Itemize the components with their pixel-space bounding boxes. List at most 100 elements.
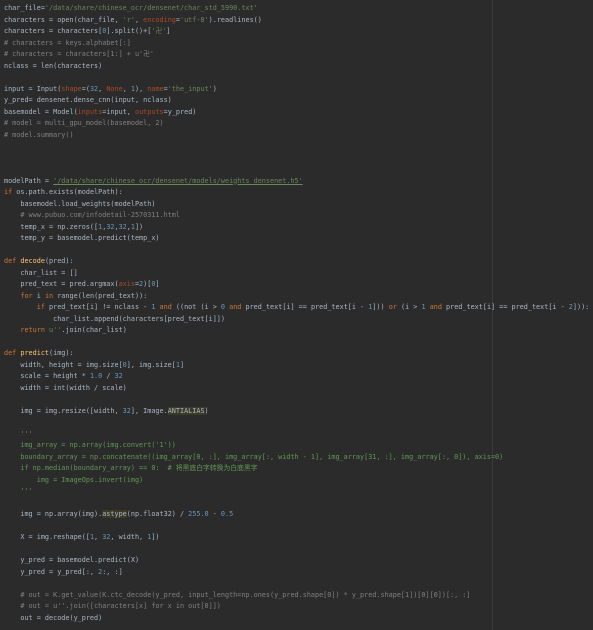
code-line[interactable] bbox=[4, 141, 593, 153]
code-line[interactable] bbox=[4, 498, 593, 510]
code-token: (characters) bbox=[53, 61, 103, 70]
code-line[interactable]: char_list = [] bbox=[4, 268, 593, 280]
code-line[interactable]: y_pred= densenet.dense_cnn(input, nclass… bbox=[4, 95, 593, 107]
code-token: ).readlines() bbox=[208, 15, 262, 24]
code-line[interactable]: characters = characters[0].split()+['卍'] bbox=[4, 26, 593, 38]
code-line[interactable] bbox=[4, 578, 593, 590]
code-token: , bbox=[134, 15, 144, 24]
code-token: 0.5 bbox=[220, 510, 234, 518]
code-line[interactable]: y_pred = y_pred[:, 2:, :] bbox=[4, 567, 593, 579]
code-token: ] bbox=[155, 280, 160, 288]
code-line[interactable]: if np.median(boundary_array) == 0: # 将黑底… bbox=[4, 463, 593, 475]
code-line[interactable]: X = img.reshape([1, 32, width, 1]) bbox=[4, 532, 593, 544]
code-token: '/data/share/chinese_ocr/densenet/char_s… bbox=[44, 4, 258, 12]
code-line[interactable]: # out = K.get_value(K.ctc_decode(y_pred,… bbox=[4, 590, 593, 602]
code-line[interactable]: img = ImageOps.invert(img) bbox=[4, 475, 593, 487]
code-line[interactable]: basemodel.load_weights(modelPath) bbox=[4, 199, 593, 211]
code-token: os.path.exists(modelPath): bbox=[16, 188, 123, 196]
code-token: char_file= bbox=[4, 4, 45, 12]
code-line[interactable] bbox=[4, 544, 593, 556]
code-line[interactable]: # www.pubuo.com/infodetail-2570311.html bbox=[4, 210, 593, 222]
code-token: shape bbox=[61, 84, 82, 93]
code-line[interactable]: char_file='/data/share/chinese_ocr/dense… bbox=[4, 3, 593, 15]
code-line[interactable]: if pred_text[i] != nclass - 1 and ((not … bbox=[4, 302, 593, 314]
code-line[interactable] bbox=[4, 153, 593, 165]
code-line[interactable]: width = int(width / scale) bbox=[4, 383, 593, 395]
code-line[interactable] bbox=[4, 394, 593, 406]
code-line[interactable] bbox=[4, 417, 593, 429]
code-line[interactable]: boundary_array = np.concatenate((img_arr… bbox=[4, 452, 593, 464]
code-token: basemodel.load_weights(modelPath) bbox=[4, 199, 156, 208]
code-line[interactable]: for i in range(len(pred_text)): bbox=[4, 291, 593, 303]
code-token: temp_x = np.zeros([ bbox=[4, 222, 99, 231]
code-line[interactable] bbox=[4, 521, 593, 533]
code-token: X = img.reshape([ bbox=[4, 533, 90, 541]
code-line[interactable]: img_array = np.array(img.convert('1')) bbox=[4, 440, 593, 452]
code-line[interactable]: temp_x = np.zeros([1,32,32,1]) bbox=[4, 222, 593, 234]
code-token: ((not (i > bbox=[175, 303, 221, 311]
code-token: len bbox=[40, 61, 54, 70]
code-line[interactable]: img = img.resize([width, 32], Image.ANTI… bbox=[4, 406, 593, 418]
code-line[interactable]: nclass = len(characters) bbox=[4, 61, 593, 73]
code-line[interactable] bbox=[4, 245, 593, 257]
code-token: (img): bbox=[49, 349, 74, 357]
code-token: encoding bbox=[143, 15, 176, 24]
code-token: if np.median(boundary_array) == 0: # 将黑底… bbox=[4, 464, 258, 472]
code-line[interactable]: ''' bbox=[4, 486, 593, 498]
code-line[interactable]: scale = height * 1.0 / 32 bbox=[4, 371, 593, 383]
code-token: ], Image. bbox=[130, 406, 168, 415]
code-line[interactable]: return u''.join(char_list) bbox=[4, 325, 593, 337]
code-line[interactable]: img = np.array(img).astype(np.float32) /… bbox=[4, 509, 593, 521]
code-token: ) bbox=[204, 406, 209, 415]
code-line[interactable]: # characters = keys.alphabet[:] bbox=[4, 38, 593, 50]
code-token: astype bbox=[102, 510, 127, 518]
code-line[interactable] bbox=[4, 624, 593, 630]
code-token: # characters = characters[1:] + u'卍' bbox=[4, 50, 155, 58]
code-line[interactable] bbox=[4, 164, 593, 176]
code-token: 255.0 bbox=[188, 510, 213, 518]
code-line[interactable]: basemodel = Model(inputs=input, outputs=… bbox=[4, 107, 593, 119]
code-line[interactable]: # out = u''.join([characters[x] for x in… bbox=[4, 601, 593, 613]
code-line[interactable]: temp_y = basemodel.predict(temp_x) bbox=[4, 233, 593, 245]
code-token: axis bbox=[118, 280, 135, 288]
code-token: and bbox=[159, 303, 176, 311]
code-token: open bbox=[57, 15, 74, 24]
code-area[interactable]: char_file='/data/share/chinese_ocr/dense… bbox=[4, 3, 593, 630]
code-token: boundary_array = np.concatenate((img_arr… bbox=[4, 452, 504, 461]
code-line[interactable]: characters = open(char_file, 'r', encodi… bbox=[4, 15, 593, 27]
code-line[interactable] bbox=[4, 72, 593, 84]
code-line[interactable]: # model.summary() bbox=[4, 130, 593, 142]
code-token: range bbox=[57, 291, 78, 300]
code-token: ].split()+[ bbox=[106, 27, 152, 35]
code-line[interactable]: out = decode(y_pred) bbox=[4, 613, 593, 625]
code-token: modelPath = bbox=[4, 176, 54, 185]
code-line[interactable]: modelPath = '/data/share/chinese_ocr/den… bbox=[4, 176, 593, 188]
code-token: or bbox=[388, 303, 401, 311]
code-line[interactable]: def decode(pred): bbox=[4, 256, 593, 268]
code-token: ] bbox=[166, 27, 171, 35]
code-token: pred_text = pred.argmax( bbox=[4, 280, 119, 288]
code-line[interactable]: pred_text = pred.argmax(axis=2)[0] bbox=[4, 279, 593, 291]
code-line[interactable]: if os.path.exists(modelPath): bbox=[4, 187, 593, 199]
code-line[interactable]: input = Input(shape=(32, None, 1), name=… bbox=[4, 84, 593, 96]
code-editor[interactable]: char_file='/data/share/chinese_ocr/dense… bbox=[0, 0, 593, 630]
code-token: ) bbox=[212, 84, 217, 93]
code-line[interactable]: # characters = characters[1:] + u'卍' bbox=[4, 49, 593, 61]
code-line[interactable]: y_pred = basemodel.predict(X) bbox=[4, 555, 593, 567]
code-line[interactable]: # model = multi_gpu_model(basemodel, 2) bbox=[4, 118, 593, 130]
code-token: char_list = [] bbox=[4, 268, 78, 277]
code-line[interactable]: width, height = img.size[0], img.size[1] bbox=[4, 360, 593, 372]
code-token: 'the_input' bbox=[167, 84, 213, 93]
code-line[interactable] bbox=[4, 337, 593, 349]
code-token: / bbox=[106, 372, 115, 380]
code-line[interactable]: def predict(img): bbox=[4, 348, 593, 360]
code-token: img_array = np.array(img.convert('1')) bbox=[4, 441, 176, 449]
code-line[interactable]: ''' bbox=[4, 429, 593, 441]
code-token: (width / scale) bbox=[65, 383, 127, 392]
code-token: ])) bbox=[372, 303, 389, 311]
code-token: =y_pred) bbox=[163, 107, 197, 116]
code-token: ] bbox=[179, 360, 185, 369]
code-line[interactable]: char_list.append(characters[pred_text[i]… bbox=[4, 314, 593, 326]
